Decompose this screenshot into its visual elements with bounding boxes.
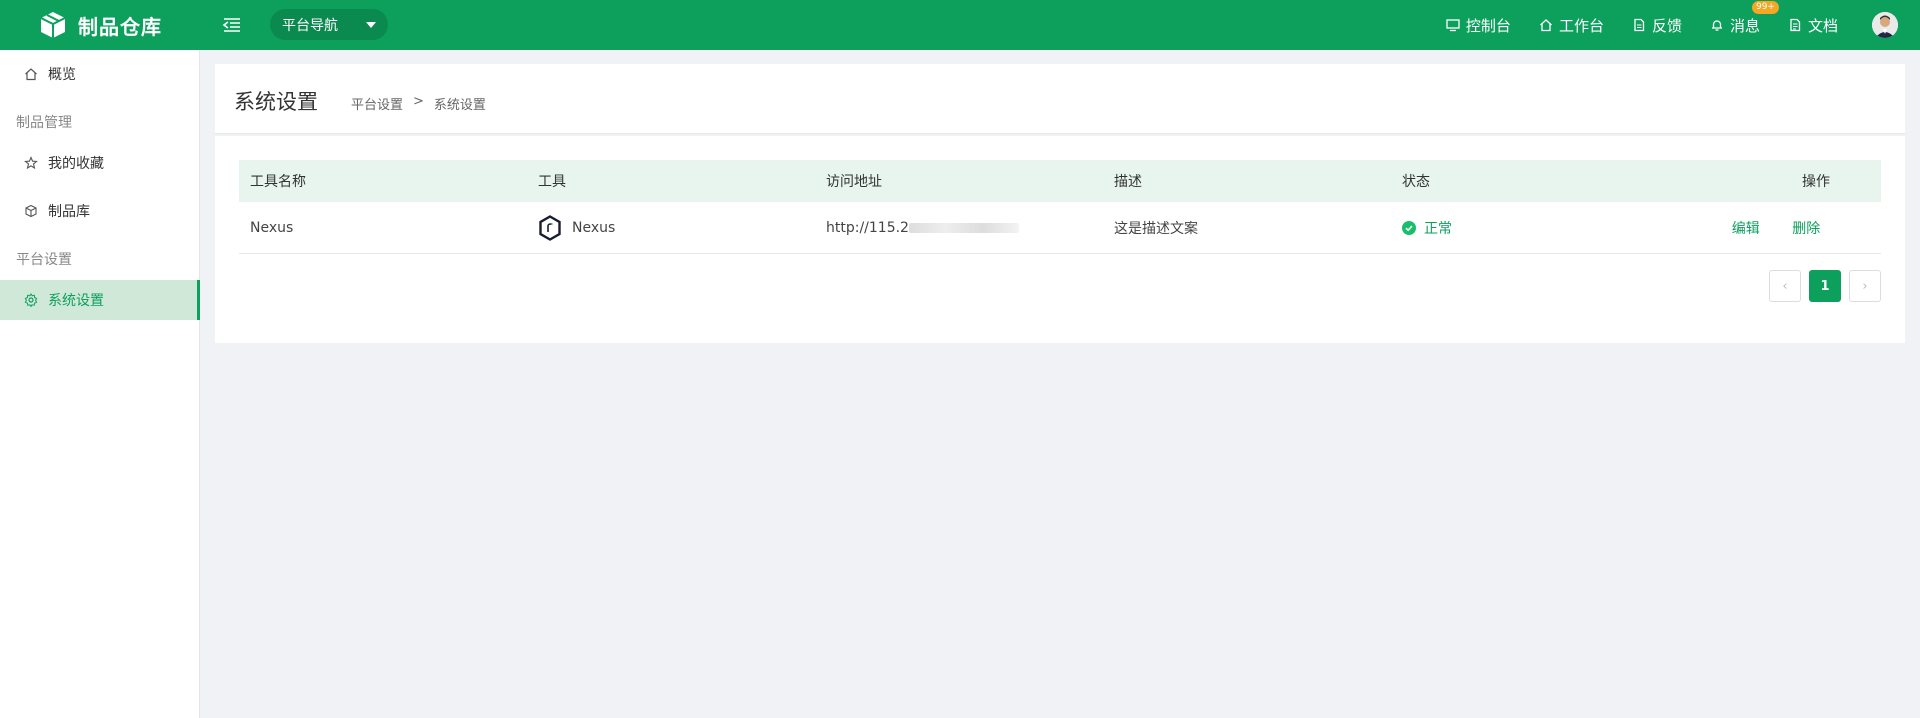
console-link[interactable]: 控制台 [1446,15,1511,36]
next-page-button[interactable]: › [1849,270,1881,302]
docs-link[interactable]: 文档 [1788,15,1838,36]
nexus-logo-icon [539,214,561,241]
cube-logo-icon [40,12,66,38]
sidebar-item-label: 概览 [48,67,76,83]
sidebar-item-label: 我的收藏 [48,156,104,172]
breadcrumb-item[interactable]: 平台设置 [351,94,403,113]
column-header: 工具 [538,174,566,190]
sidebar-item-label: 系统设置 [48,293,104,309]
sidebar-item-favorites[interactable]: 我的收藏 [0,143,200,183]
status-cell: 正常 [1391,218,1631,238]
table-row: Nexus Nexus http://115.2 这是描述文案 正常 编辑 删除 [239,202,1881,254]
url-cell: http://115.2 [815,220,1103,236]
redacted-url-blur [908,222,1019,233]
cube-icon [25,204,37,218]
messages-link[interactable]: 消息 99+ [1710,0,1779,36]
check-circle-icon [1402,220,1416,235]
brand[interactable]: 制品仓库 [0,10,200,40]
sidebar-item-label: 制品库 [48,204,90,220]
column-header: 工具名称 [250,174,306,190]
description-cell: 这是描述文案 [1114,220,1198,237]
column-header: 访问地址 [826,174,882,190]
delete-button[interactable]: 删除 [1792,221,1820,237]
breadcrumb-item: 系统设置 [433,98,486,113]
file-icon [1634,18,1645,32]
status-text: 正常 [1424,220,1452,237]
gear-icon [24,293,38,307]
feedback-label: 反馈 [1651,16,1682,35]
bell-icon [1711,20,1722,31]
prev-page-button[interactable]: ‹ [1769,270,1801,302]
home-icon [1540,19,1552,32]
platform-nav-label: 平台导航 [282,17,338,34]
column-header: 描述 [1114,174,1142,190]
sidebar-item-artifact-lib[interactable]: 制品库 [0,191,200,231]
user-avatar[interactable] [1872,12,1898,38]
page-button-current[interactable]: 1 [1809,270,1841,302]
sidebar-group-platform: 平台设置 [16,252,72,268]
tool-label: Nexus [572,219,616,236]
console-label: 控制台 [1465,16,1511,35]
tool-name-cell: Nexus [250,219,294,236]
feedback-link[interactable]: 反馈 [1632,15,1682,36]
monitor-icon [1446,19,1460,32]
column-header: 状态 [1402,174,1430,190]
menu-fold-icon[interactable] [222,15,242,35]
doc-icon [1790,18,1801,32]
page-title: 系统设置 [234,90,318,114]
tool-table-card: 工具名称 工具 访问地址 描述 状态 操作 Nexus Nexus http:/… [215,136,1905,343]
docs-label: 文档 [1807,16,1838,35]
pagination: ‹ 1 › [1769,270,1881,302]
message-count-badge: 99+ [1751,0,1779,14]
tool-table: 工具名称 工具 访问地址 描述 状态 操作 Nexus Nexus http:/… [239,160,1881,254]
caret-down-icon [366,22,376,28]
home-icon [25,68,37,81]
column-header: 操作 [1802,174,1830,190]
messages-label: 消息 [1729,16,1760,35]
tool-cell: Nexus [527,214,815,241]
edit-button[interactable]: 编辑 [1732,221,1760,237]
star-icon [24,156,38,170]
url-text[interactable]: http://115.2 [826,220,909,236]
platform-nav-select[interactable]: 平台导航 [270,9,388,40]
actions-cell: 编辑 删除 [1631,218,1881,238]
workbench-link[interactable]: 工作台 [1539,15,1604,36]
sidebar-group-artifacts: 制品管理 [16,115,72,131]
sidebar-item-overview[interactable]: 概览 [0,54,200,94]
sidebar: 概览 制品管理 我的收藏 制品库 平台设置 系统设置 [0,50,200,718]
breadcrumb: 平台设置 > 系统设置 [351,94,486,113]
app-title: 制品仓库 [78,14,162,39]
workbench-label: 工作台 [1558,16,1604,35]
breadcrumb-separator: > [413,94,424,109]
user-avatar-icon [1872,12,1898,38]
top-navbar: 制品仓库 平台导航 控制台 工作台 反馈 消息 99+ 文档 [0,0,1920,50]
page-header: 系统设置 平台设置 > 系统设置 [215,64,1905,134]
sidebar-item-system-settings[interactable]: 系统设置 [0,280,200,320]
table-header: 工具名称 工具 访问地址 描述 状态 操作 [239,160,1881,202]
